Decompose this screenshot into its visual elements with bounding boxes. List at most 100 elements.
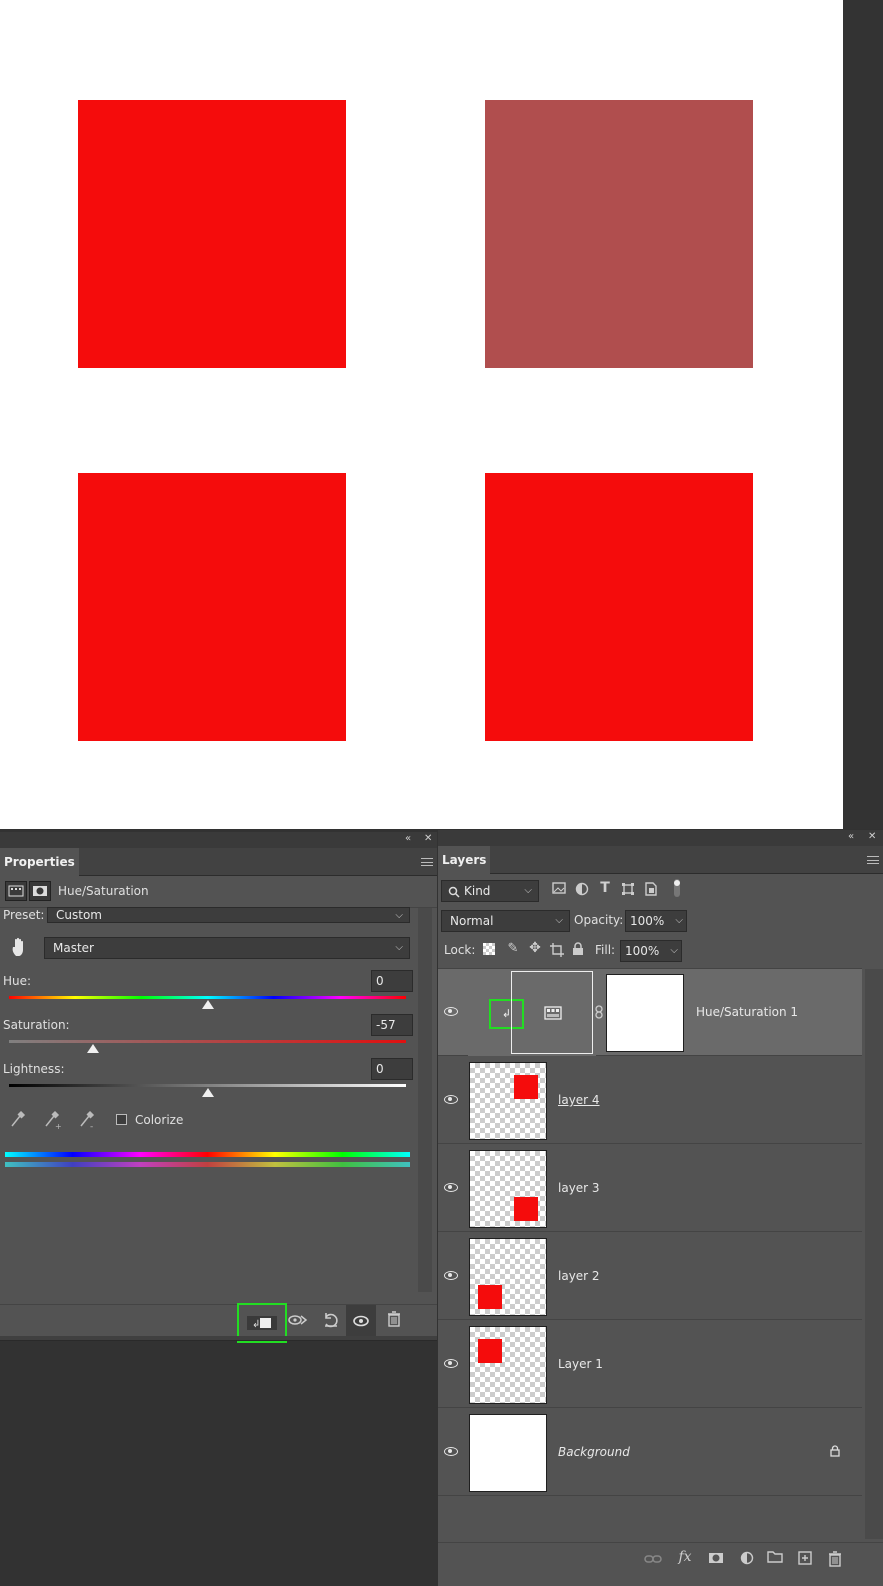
- preset-label: Preset:: [3, 908, 45, 922]
- opacity-value: 100%: [630, 914, 665, 928]
- visibility-eye-icon[interactable]: [444, 1447, 458, 1456]
- visibility-eye-icon[interactable]: [444, 1359, 458, 1368]
- properties-scrollbar[interactable]: [418, 908, 432, 1292]
- view-previous-icon[interactable]: [287, 1311, 309, 1331]
- hue-slider-track[interactable]: [9, 996, 406, 999]
- lightness-slider-thumb[interactable]: [202, 1088, 214, 1097]
- layer-row-background[interactable]: Background: [438, 1409, 862, 1496]
- adjustment-icon[interactable]: [737, 1551, 757, 1569]
- layer-name[interactable]: Background: [558, 1445, 630, 1459]
- layer-row-layer-1[interactable]: Layer 1: [438, 1321, 862, 1408]
- visibility-eye-icon[interactable]: [444, 1271, 458, 1280]
- hue-input[interactable]: 0: [371, 970, 413, 992]
- panel-menu-icon[interactable]: [867, 856, 879, 864]
- link-icon[interactable]: [643, 1553, 663, 1569]
- mask-icon[interactable]: [29, 881, 51, 901]
- mask-icon[interactable]: [706, 1552, 726, 1568]
- new-layer-icon[interactable]: [795, 1551, 815, 1569]
- reset-icon[interactable]: [320, 1311, 342, 1331]
- trash-icon[interactable]: [384, 1311, 404, 1331]
- folder-icon[interactable]: [765, 1551, 785, 1569]
- eyedropper-add-icon[interactable]: +: [42, 1109, 62, 1131]
- close-icon[interactable]: ✕: [868, 831, 876, 842]
- layer-mask-thumbnail[interactable]: [606, 974, 684, 1052]
- layer-thumbnail[interactable]: [469, 1326, 547, 1404]
- lock-all-icon[interactable]: [570, 942, 586, 958]
- filter-type-icon[interactable]: T: [596, 880, 614, 900]
- layer-thumbnail[interactable]: [469, 1414, 547, 1492]
- channel-dropdown[interactable]: Master ⌵: [44, 937, 410, 959]
- layer-filter-dropdown[interactable]: Kind ⌵: [441, 880, 539, 902]
- lightness-input[interactable]: 0: [371, 1058, 413, 1080]
- visibility-eye-icon[interactable]: [444, 1007, 458, 1016]
- saturation-input[interactable]: -57: [371, 1014, 413, 1036]
- filter-pixel-icon[interactable]: [550, 882, 568, 900]
- fill-input[interactable]: 100% ⌵: [620, 940, 682, 962]
- chevron-down-icon: ⌵: [675, 915, 683, 926]
- lock-artboard-icon[interactable]: [548, 942, 566, 960]
- layer-name[interactable]: Hue/Saturation 1: [696, 1005, 798, 1019]
- filter-shape-icon[interactable]: [619, 882, 637, 900]
- lock-image-icon[interactable]: ✎: [504, 941, 522, 959]
- eyedropper-subtract-icon[interactable]: -: [77, 1109, 97, 1132]
- filter-adjustment-icon[interactable]: [573, 882, 591, 900]
- thumbnail-red-square: [478, 1285, 502, 1309]
- layer-row-layer-4[interactable]: layer 4: [438, 1057, 862, 1144]
- lock-transparent-icon[interactable]: [483, 943, 499, 959]
- layers-scrollbar[interactable]: [865, 969, 883, 1539]
- collapse-icon[interactable]: «: [848, 831, 854, 842]
- layer-thumbnail[interactable]: [469, 1150, 547, 1228]
- adjustment-layer-icon[interactable]: [5, 881, 27, 901]
- layers-footer: fx: [438, 1542, 883, 1586]
- layer-name[interactable]: layer 3: [558, 1181, 600, 1195]
- filter-toggle-icon[interactable]: [672, 878, 682, 900]
- panel-menu-icon[interactable]: [421, 858, 433, 866]
- tab-layers[interactable]: Layers: [438, 846, 491, 874]
- trash-icon[interactable]: [825, 1551, 845, 1569]
- tab-properties[interactable]: Properties: [0, 848, 79, 876]
- chain-link-icon[interactable]: [594, 1005, 604, 1019]
- blend-mode-dropdown[interactable]: Normal ⌵: [441, 910, 570, 932]
- adjustment-header: Hue/Saturation: [0, 876, 437, 908]
- opacity-input[interactable]: 100% ⌵: [625, 910, 687, 932]
- lock-position-icon[interactable]: ✥: [526, 940, 544, 958]
- layer-name[interactable]: layer 2: [558, 1269, 600, 1283]
- layer-name[interactable]: layer 4: [558, 1093, 600, 1107]
- visibility-icon[interactable]: [346, 1305, 376, 1337]
- document-canvas[interactable]: [0, 0, 843, 829]
- hue-label: Hue:: [3, 974, 32, 988]
- bottom-left-square: [78, 473, 346, 741]
- eyedropper-icon[interactable]: [8, 1109, 28, 1131]
- layer-row-hue-saturation[interactable]: ↲ Hue/Saturation 1: [438, 969, 862, 1056]
- adjustment-thumbnail[interactable]: [511, 971, 593, 1054]
- close-icon[interactable]: ✕: [424, 833, 432, 844]
- visibility-eye-icon[interactable]: [444, 1183, 458, 1192]
- targeted-adjustment-hand-icon[interactable]: [8, 936, 30, 960]
- saturation-slider-thumb[interactable]: [87, 1044, 99, 1053]
- lock-icon[interactable]: [828, 1445, 842, 1459]
- hue-slider-thumb[interactable]: [202, 1000, 214, 1009]
- svg-text:+: +: [55, 1122, 61, 1129]
- layer-thumbnail[interactable]: [469, 1238, 547, 1316]
- filter-kind-value: Kind: [464, 884, 491, 898]
- adjustment-title: Hue/Saturation: [58, 884, 149, 898]
- top-left-square: [78, 100, 346, 368]
- svg-text:↲: ↲: [252, 1319, 260, 1330]
- saturation-slider-track[interactable]: [9, 1040, 406, 1043]
- properties-panel: Hue/Saturation Preset: Custom ⌵ Master ⌵…: [0, 876, 437, 1304]
- preset-dropdown[interactable]: Custom ⌵: [47, 907, 410, 923]
- colorize-checkbox[interactable]: [116, 1114, 127, 1125]
- thumbnail-red-square: [514, 1197, 538, 1221]
- properties-bottom-edge: [0, 1336, 437, 1341]
- layer-thumbnail[interactable]: [469, 1062, 547, 1140]
- thumbnail-red-square: [478, 1339, 502, 1363]
- layer-name[interactable]: Layer 1: [558, 1357, 603, 1371]
- lightness-slider-track[interactable]: [9, 1084, 406, 1087]
- collapse-icon[interactable]: «: [405, 833, 411, 844]
- filter-smart-object-icon[interactable]: [642, 882, 660, 900]
- visibility-eye-icon[interactable]: [444, 1095, 458, 1104]
- fx-icon[interactable]: fx: [674, 1549, 696, 1569]
- preset-value: Custom: [56, 908, 102, 922]
- layer-row-layer-3[interactable]: layer 3: [438, 1145, 862, 1232]
- layer-row-layer-2[interactable]: layer 2: [438, 1233, 862, 1320]
